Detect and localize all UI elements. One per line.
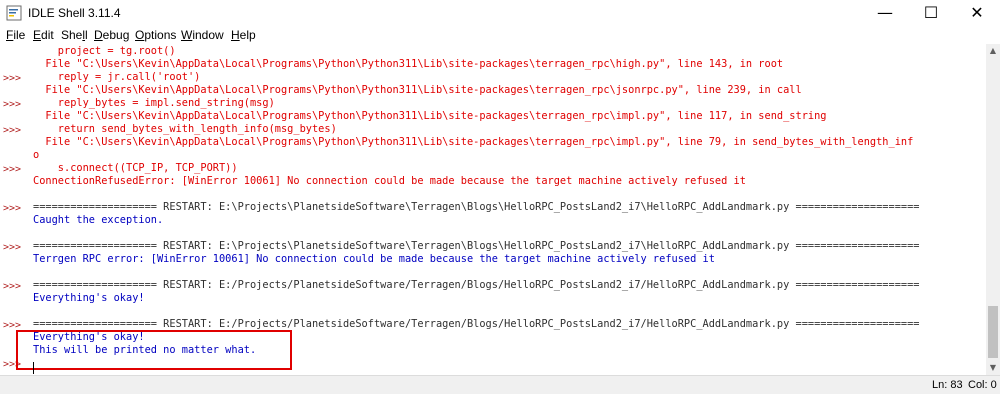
menu-file-label: ile [13,28,26,42]
shell-line: File "C:\Users\Kevin\AppData\Local\Progr… [33,136,914,148]
shell-line: File "C:\Users\Kevin\AppData\Local\Progr… [33,110,827,122]
menu-file[interactable]: File [6,28,25,42]
shell-line: project = tg.root() [33,45,176,57]
vertical-scrollbar[interactable]: ▲ ▼ [986,44,1000,375]
shell-line: reply_bytes = impl.send_string(msg) [33,97,275,109]
shell-line: ConnectionRefusedError: [WinError 10061]… [33,175,746,187]
menu-debug-accel: D [94,28,103,42]
shell-text-area[interactable]: >>> >>> >>> >>> >>> >>> >>> >>> >>> project = tg… [0,44,986,375]
menu-options-accel: O [135,28,145,42]
shell-line: Caught the exception. [33,214,164,226]
menu-debug-label: ebug [102,28,130,42]
shell-prompt: >>> [3,73,22,84]
status-bar: Ln: 83 Col: 0 [0,375,1000,394]
shell-prompt: >>> [3,203,22,214]
shell-line: reply = jr.call('root') [33,71,201,83]
scroll-up-icon[interactable]: ▲ [986,44,1000,58]
idle-python-icon [6,5,22,21]
shell-line: return send_bytes_with_length_info(msg_b… [33,123,337,135]
shell-line: s.connect((TCP_IP, TCP_PORT)) [33,162,238,174]
shell-prompt: >>> [3,125,22,136]
shell-prompt: >>> [3,99,22,110]
menu-options[interactable]: Options [135,28,176,42]
shell-prompt: >>> [3,281,22,292]
shell-line: ==================== RESTART: E:/Project… [33,279,920,291]
menu-edit-accel: E [33,28,42,42]
text-cursor [33,362,34,374]
menu-help[interactable]: Help [231,28,256,42]
menu-window[interactable]: Window [181,28,224,42]
menu-help-label: elp [239,28,256,42]
menu-shell-label: l [85,28,88,42]
window-title: IDLE Shell 3.11.4 [28,6,121,20]
shell-prompt: >>> [3,164,22,175]
status-col: Col: 0 [968,379,997,391]
prompt-gutter: >>> >>> >>> >>> >>> >>> >>> >>> >>> [0,44,30,375]
shell-prompt: >>> [3,242,22,253]
status-line: Ln: 83 [932,379,963,391]
title-bar: IDLE Shell 3.11.4 — ☐ ✕ [0,0,1000,26]
menu-window-label: indow [192,28,224,42]
shell-line: ==================== RESTART: E:\Project… [33,201,920,213]
close-button[interactable]: ✕ [954,0,1000,26]
shell-line: File "C:\Users\Kevin\AppData\Local\Progr… [33,58,784,70]
maximize-button[interactable]: ☐ [908,0,954,26]
shell-line: Terrgen RPC error: [WinError 10061] No c… [33,253,715,265]
minimize-button[interactable]: — [862,0,908,26]
menu-shell-pre: She [61,28,83,42]
menu-window-accel: W [181,28,193,42]
shell-line: Everything's okay! [33,292,145,304]
highlight-box [16,330,292,370]
shell-line: File "C:\Users\Kevin\AppData\Local\Progr… [33,84,802,96]
menu-debug[interactable]: Debug [94,28,129,42]
scrollbar-thumb[interactable] [988,306,998,358]
shell-line: o [33,149,40,161]
menu-help-accel: H [231,28,240,42]
menu-edit[interactable]: Edit [33,28,54,42]
menu-shell[interactable]: Shell [61,28,88,42]
menu-options-label: ptions [144,28,177,42]
shell-line: ==================== RESTART: E:\Project… [33,240,920,252]
menu-bar: File Edit Shell Debug Options Window Hel… [0,26,1000,44]
menu-edit-label: dit [41,28,54,42]
scroll-down-icon[interactable]: ▼ [986,361,1000,375]
